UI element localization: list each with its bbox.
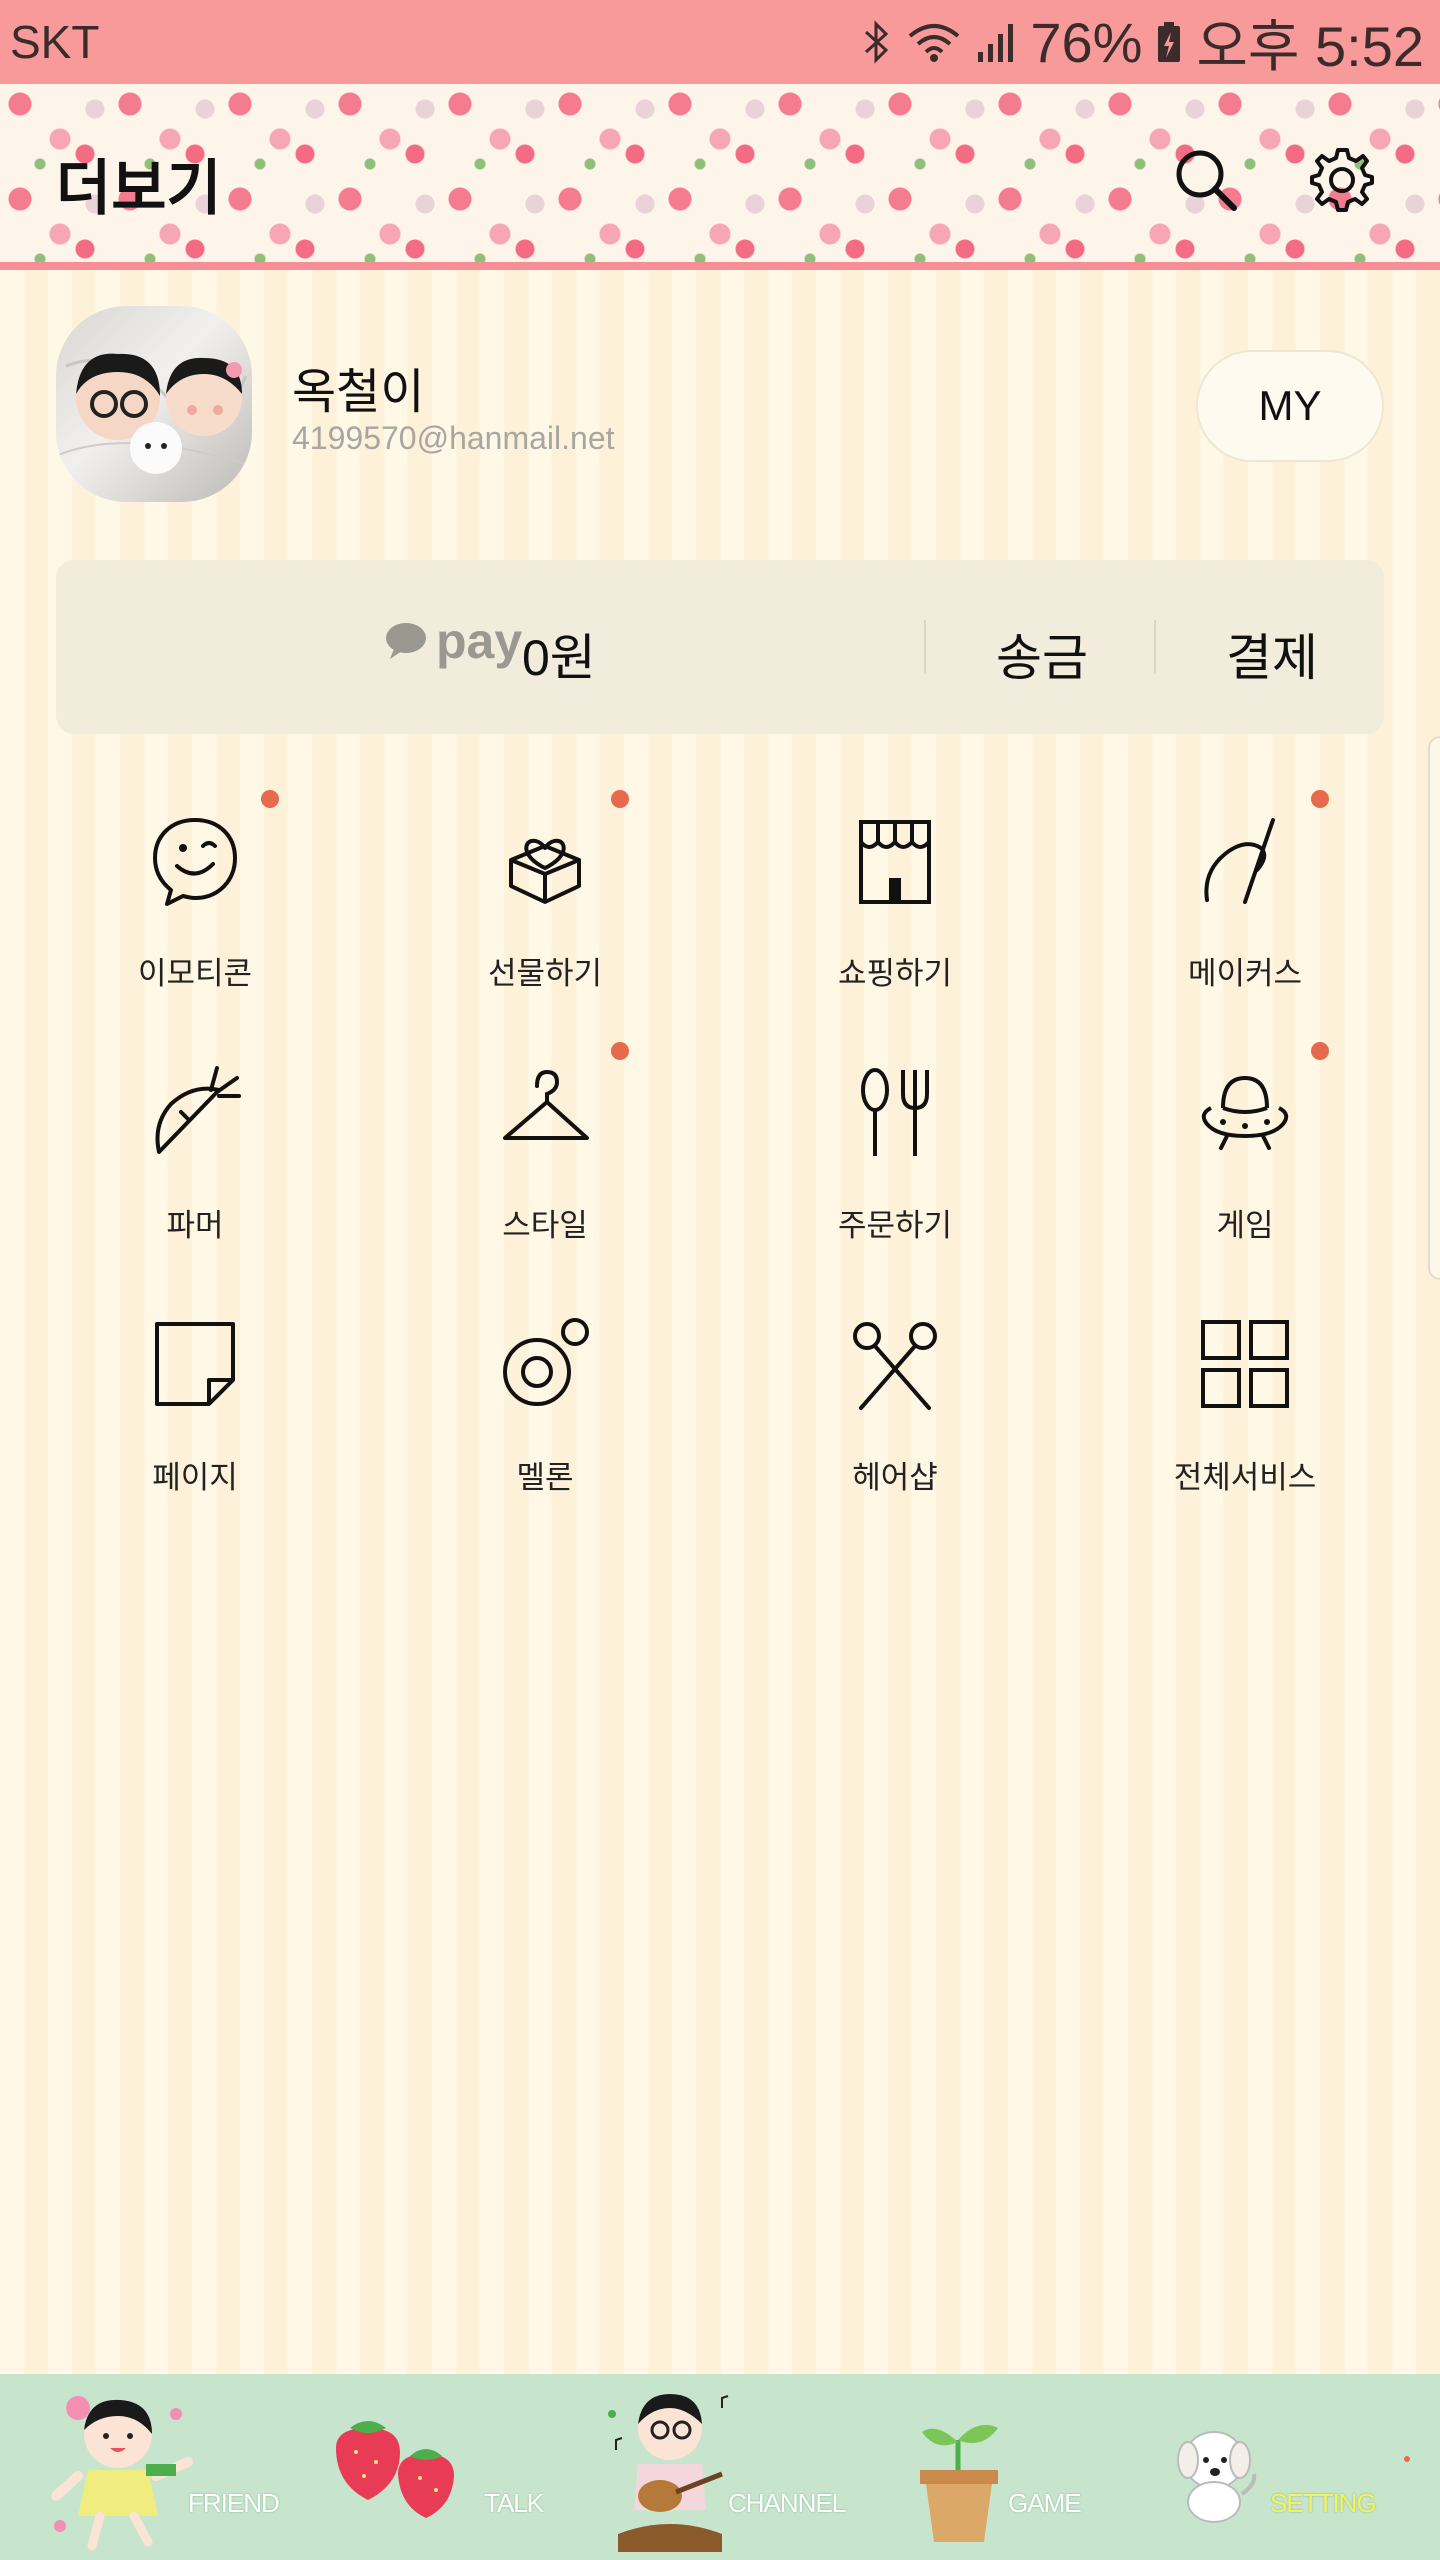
menu-order[interactable]: 주문하기 <box>775 1064 1015 1264</box>
battery-percent: 76% <box>1030 10 1143 74</box>
pay-bar: pay 0원 송금 결제 <box>56 560 1384 734</box>
menu-gift[interactable]: 선물하기 <box>425 812 665 1012</box>
menu-shopping[interactable]: 쇼핑하기 <box>775 812 1015 1012</box>
menu-page[interactable]: 페이지 <box>75 1316 315 1516</box>
signal-icon <box>978 24 1014 62</box>
menu-all-services[interactable]: 전체서비스 <box>1125 1316 1365 1516</box>
header: 더보기 <box>0 84 1440 270</box>
menu-farmer[interactable]: 파머 <box>75 1064 315 1264</box>
menu-label: 선물하기 <box>487 956 603 991</box>
gear-icon[interactable] <box>1306 144 1376 214</box>
speech-bubble-icon <box>386 623 426 659</box>
tab-label: TALK <box>484 2488 544 2518</box>
carrier-label: SKT <box>10 16 100 68</box>
shop-icon <box>859 820 931 904</box>
edge-panel-handle[interactable] <box>1428 736 1440 1280</box>
guitar-character-icon <box>608 2394 729 2552</box>
new-badge-dot <box>261 790 279 808</box>
tab-label: CHANNEL <box>728 2488 846 2518</box>
menu-label: 이모티콘 <box>137 956 253 991</box>
status-bar: SKT 76% 오후 5:52 <box>0 0 1440 84</box>
page-title: 더보기 <box>56 155 222 222</box>
tab-label: FRIEND <box>188 2488 280 2518</box>
melon-icon <box>503 1318 589 1406</box>
pay-divider <box>1154 620 1156 674</box>
battery-icon <box>1158 22 1181 62</box>
strawberry-icon <box>336 2421 454 2518</box>
search-icon[interactable] <box>1170 144 1240 214</box>
avatar-image <box>56 353 252 474</box>
menu-label: 헤어샵 <box>852 1460 938 1495</box>
pay-balance[interactable]: 0원 <box>522 618 596 690</box>
menu-melon[interactable]: 멜론 <box>425 1316 665 1516</box>
send-money-button[interactable]: 송금 <box>996 618 1088 690</box>
wifi-icon <box>909 24 960 62</box>
menu-label: 스타일 <box>502 1208 588 1243</box>
friend-character-icon <box>51 2396 193 2551</box>
menu-label: 메이커스 <box>1187 956 1303 991</box>
gift-icon <box>509 838 581 904</box>
new-badge-dot <box>611 790 629 808</box>
tab-channel[interactable]: CHANNEL <box>590 2374 870 2560</box>
scissors-icon <box>853 1322 937 1410</box>
my-button[interactable]: MY <box>1196 350 1384 462</box>
clock: 오후 5:52 <box>1196 14 1424 78</box>
pay-divider <box>924 620 926 674</box>
tab-setting[interactable]: SETTING <box>1160 2374 1400 2560</box>
ufo-icon <box>1201 1075 1289 1150</box>
new-badge-dot <box>1311 1042 1329 1060</box>
menu-makers[interactable]: 메이커스 <box>1125 812 1365 1012</box>
menu-label: 멜론 <box>516 1460 574 1495</box>
tab-friend[interactable]: FRIEND <box>40 2374 300 2560</box>
new-badge-dot <box>611 1042 629 1060</box>
pay-logo[interactable]: pay <box>384 612 522 670</box>
tab-game[interactable]: GAME <box>910 2374 1150 2560</box>
fork-spoon-icon <box>861 1068 929 1156</box>
menu-label: 페이지 <box>152 1460 238 1495</box>
bottom-nav: FRIEND TALK CHANNEL GAME SETTING <box>0 2374 1440 2560</box>
menu-game[interactable]: 게임 <box>1125 1064 1365 1264</box>
pay-logo-text: pay <box>436 613 523 669</box>
menu-label: 쇼핑하기 <box>837 956 953 991</box>
page-icon <box>155 1322 235 1406</box>
menu-label: 주문하기 <box>837 1208 953 1243</box>
needle-icon <box>1204 818 1275 904</box>
menu-hairshop[interactable]: 헤어샵 <box>775 1316 1015 1516</box>
menu-label: 게임 <box>1216 1208 1274 1243</box>
new-badge-dot <box>1311 790 1329 808</box>
hanger-icon <box>503 1069 589 1140</box>
menu-label: 파머 <box>166 1208 224 1243</box>
profile-email: 4199570@hanmail.net <box>292 420 615 456</box>
tab-label: GAME <box>1008 2488 1082 2518</box>
payment-button[interactable]: 결제 <box>1226 618 1318 690</box>
menu-style[interactable]: 스타일 <box>425 1064 665 1264</box>
bluetooth-icon <box>865 20 889 64</box>
menu-label: 전체서비스 <box>1173 1460 1317 1495</box>
carrot-icon <box>155 1066 241 1154</box>
avatar[interactable] <box>56 306 252 502</box>
puppy-icon <box>1177 2431 1257 2523</box>
new-badge-dot <box>1404 2456 1410 2462</box>
plant-pot-icon <box>920 2424 998 2542</box>
grid-icon <box>1201 1320 1289 1408</box>
tab-talk[interactable]: TALK <box>320 2374 560 2560</box>
tab-label: SETTING <box>1270 2488 1377 2518</box>
profile-name[interactable]: 옥철이 <box>292 352 424 422</box>
emoticon-icon <box>153 818 237 906</box>
menu-emoticon[interactable]: 이모티콘 <box>75 812 315 1012</box>
